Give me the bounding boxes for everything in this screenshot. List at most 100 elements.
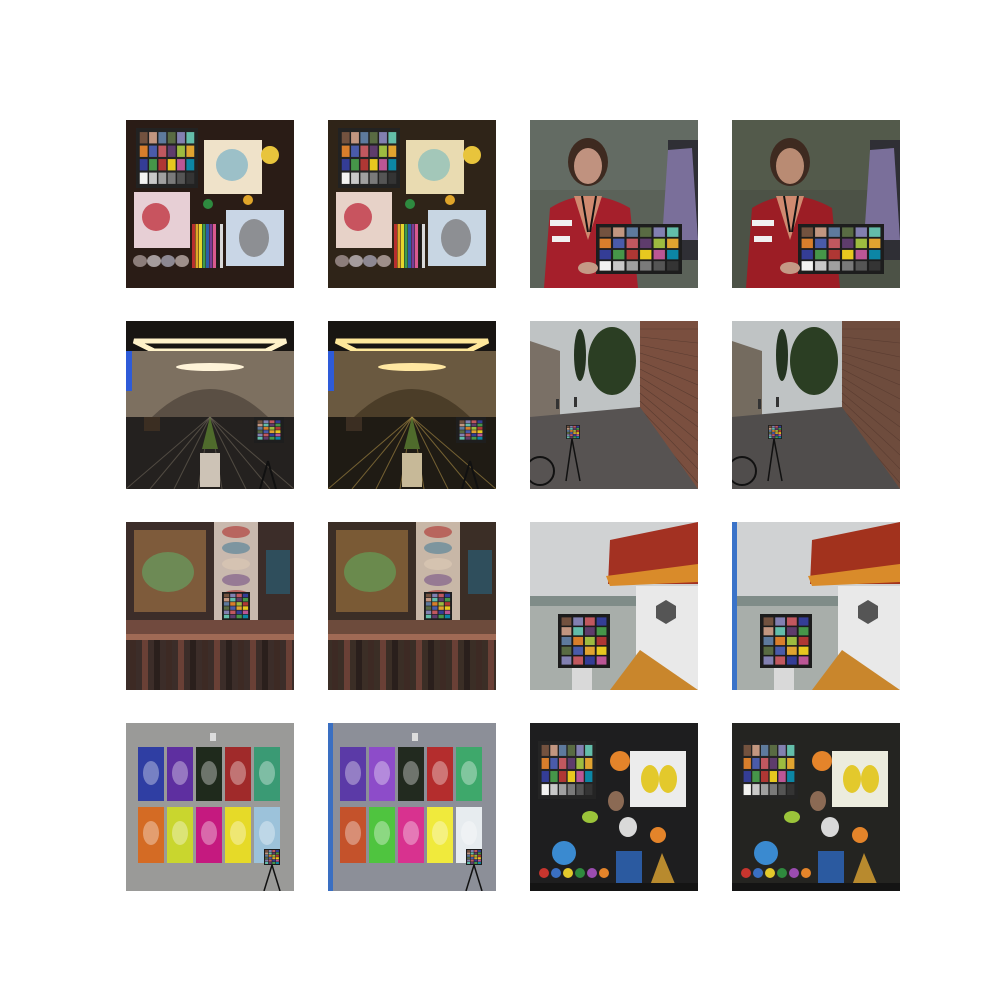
left-building [732, 341, 762, 421]
drawing-figure [216, 149, 248, 181]
small-toy [777, 868, 787, 878]
checker-stand [572, 668, 592, 690]
clip [405, 199, 415, 209]
eraser [349, 255, 363, 267]
carved-panel [130, 634, 136, 690]
small-toy [801, 868, 811, 878]
flower [261, 146, 279, 164]
poster-figure [374, 821, 390, 845]
drawing-creature [239, 219, 269, 257]
blue-sign [126, 351, 132, 391]
pillar-carving [424, 558, 452, 570]
carved-panel [262, 634, 268, 690]
cypress [574, 329, 586, 381]
carved-panel [404, 634, 410, 690]
pencil [216, 224, 220, 268]
small-toy [741, 868, 751, 878]
color-checker-chart [760, 614, 812, 668]
small-toy [599, 868, 609, 878]
pencil [411, 224, 415, 268]
sun-decal [610, 751, 630, 771]
pencil [408, 224, 411, 268]
carved-panel [190, 634, 196, 690]
tree [588, 327, 636, 395]
jacket-stripe [752, 220, 774, 226]
carved-panel [368, 634, 374, 690]
photo-canvas [328, 522, 496, 690]
poster-figure [143, 821, 159, 845]
pencil [422, 224, 425, 268]
drawing-character [344, 203, 372, 231]
color-checker-chart [256, 419, 282, 441]
rail [328, 634, 496, 640]
shelf-edge [732, 883, 900, 891]
jacket-stripe [552, 236, 570, 242]
pencil [199, 224, 202, 268]
carved-panel [452, 634, 458, 690]
left-edge-artifact [328, 723, 333, 891]
color-checker-chart [466, 849, 482, 865]
clip [203, 199, 213, 209]
photo-toy-shelf-processed [732, 723, 900, 891]
figurine-head [821, 817, 839, 837]
eraser [161, 255, 175, 267]
eraser [147, 255, 161, 267]
carved-panel [178, 634, 184, 690]
balustrade [328, 620, 496, 634]
figurine-head [619, 817, 637, 837]
face [574, 148, 602, 184]
shelf-edge [530, 883, 698, 891]
photo-canvas [126, 120, 294, 288]
color-checker-chart [596, 224, 682, 274]
cypress [776, 329, 788, 381]
pillar-carving [222, 558, 250, 570]
carved-panel [142, 634, 148, 690]
photo-mall-corridor-processed [328, 321, 496, 489]
poster-figure [259, 761, 275, 785]
toy-ball [552, 841, 576, 865]
carved-panel [380, 634, 386, 690]
poster-figure [230, 821, 246, 845]
photo-pagoda-lake-processed [732, 522, 900, 690]
pencil [404, 224, 408, 268]
pencil [415, 224, 418, 268]
carved-panel [356, 634, 362, 690]
photo-street-wall-original [530, 321, 698, 489]
left-building [530, 341, 560, 421]
hand [578, 262, 598, 274]
color-checker-chart [136, 128, 198, 188]
checker-stand [774, 668, 794, 690]
poster-figure [201, 821, 217, 845]
carved-panel [286, 634, 292, 690]
photo-toy-shelf-original [530, 723, 698, 891]
drawing-creature [441, 219, 471, 257]
photo-canvas [530, 522, 698, 690]
carved-panel [238, 634, 244, 690]
photo-canvas [530, 723, 698, 891]
small-toy [551, 868, 561, 878]
mural-figure [344, 552, 396, 592]
photo-canvas [328, 321, 496, 489]
planter [402, 453, 422, 487]
hand [780, 262, 800, 274]
figurine [582, 811, 598, 823]
eraser [377, 255, 391, 267]
face [776, 148, 804, 184]
carved-panel [344, 634, 350, 690]
carved-panel [202, 634, 208, 690]
sun-decal [852, 827, 868, 843]
poster-figure [461, 761, 477, 785]
carved-panel [274, 634, 280, 690]
minion [659, 765, 677, 793]
balustrade [126, 620, 294, 634]
photo-temple-facade-original [126, 522, 294, 690]
photo-canvas [732, 120, 900, 288]
poster-figure [403, 761, 419, 785]
small-toy [587, 868, 597, 878]
photo-temple-facade-processed [328, 522, 496, 690]
image-grid [0, 0, 1000, 1000]
pencil [209, 224, 213, 268]
toy-ball [754, 841, 778, 865]
mural-figure [142, 552, 194, 592]
rail [126, 634, 294, 640]
